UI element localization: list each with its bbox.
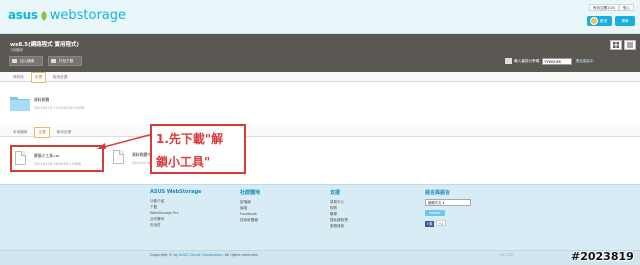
file-item-highlighted[interactable]: 解鎖小工具.rar 2013-03-09 16:48:28 1.29MB (10, 145, 104, 172)
top-header: asus webstorage 有效空間2GB 登入 歡迎 選單 (0, 0, 640, 34)
footer-heading: 支援 (330, 190, 341, 196)
list-icon (627, 42, 633, 48)
folder-subtitle: 1個檔案 (10, 48, 24, 52)
folder-meta: 2013-02-07 15:44:43.00 1900B (34, 106, 85, 110)
company-link[interactable]: ASUS Cloud Corporation (179, 253, 222, 257)
share-row: 輸入當前分享碼 YYWVUEK 連結複製中 (505, 57, 594, 65)
download-label: 打包下載 (59, 59, 74, 63)
footer-bottom (0, 250, 640, 265)
callout-line-2: 鎖小工具" (156, 155, 211, 169)
list-view-button[interactable] (624, 40, 636, 50)
facebook-icon: f (427, 222, 429, 226)
leaf-icon (40, 11, 48, 21)
facebook-like-button[interactable]: f 讚 (425, 221, 435, 227)
folder-name[interactable]: 資料軟體 (34, 97, 49, 103)
share-code-field[interactable]: YYWVUEK (542, 57, 573, 65)
file-name[interactable]: 解鎖小工具.rar (34, 153, 60, 159)
language-select[interactable]: 繁體中文 ▾ (425, 199, 471, 206)
footer-col-language: 語言與語言 繁體中文 ▾ twitter f 讚 +1 (425, 189, 471, 227)
user-button[interactable]: 歡迎 (587, 16, 612, 26)
avatar (590, 17, 598, 25)
share-label: 輸入當前分享碼 (514, 59, 540, 63)
upload-label: 加入檔案 (20, 59, 35, 63)
footer-link[interactable]: 技術新聞報 (240, 217, 260, 223)
footer-heading: 語言與語言 (425, 190, 451, 196)
copyright-suffix: . All rights reserved. (222, 253, 259, 257)
asus-webstorage-logo[interactable]: asus webstorage (8, 8, 126, 24)
folder-icon[interactable] (10, 94, 30, 111)
callout-line-1: 1.先下載"解 (156, 132, 224, 146)
watermark: #2023819 (571, 250, 634, 263)
file-icon (113, 150, 124, 164)
login-link[interactable]: 登入 (618, 4, 634, 11)
share-icon (505, 58, 512, 64)
copyright-prefix: Copyright © by (150, 253, 179, 257)
logo-text-asus: asus (8, 8, 38, 22)
folder-tabbar: 資料夾 全選 取消全選 (0, 72, 640, 83)
logo-text-webstorage: webstorage (49, 8, 127, 23)
footer-link[interactable]: 服務條款 (330, 223, 348, 229)
footer-heading: ASUS WebStorage (150, 189, 202, 195)
storage-link[interactable]: 有效空間2GB (588, 4, 619, 11)
language-select-value: 繁體中文 (428, 201, 442, 205)
download-icon (51, 59, 56, 63)
tab-deselect-folders[interactable]: 取消全選 (50, 73, 70, 82)
file-icon (15, 151, 26, 165)
tab-select-all-folders[interactable]: 全選 (30, 72, 46, 83)
footer-link[interactable]: 安全性 (150, 222, 201, 228)
folder-title: ws8.5(網路程式 實用程式) (10, 42, 80, 48)
file-meta: 2013-03-09 16:48:28 1.29MB (34, 162, 81, 166)
grid-view-button[interactable] (610, 40, 622, 50)
facebook-like-label: 讚 (429, 222, 433, 226)
version-label: v3.1.45 (500, 253, 513, 257)
menu-button-label: 選單 (621, 19, 629, 23)
menu-button[interactable]: 選單 (615, 16, 635, 26)
tab-folders[interactable]: 資料夾 (10, 73, 27, 82)
callout-arrow (97, 133, 154, 149)
tab-select-all-files[interactable]: 全選 (34, 127, 50, 138)
annotation-callout: 1.先下載"解 鎖小工具" (150, 124, 246, 174)
footer-heading: 社群園地 (240, 190, 261, 196)
user-button-label: 歡迎 (600, 19, 608, 23)
copyright: Copyright © by ASUS Cloud Corporation. A… (150, 253, 259, 257)
tab-files[interactable]: 本地檔案 (10, 128, 30, 137)
footer-col-community: 社群園地 部落格 論壇 Facebook 技術新聞報 (240, 189, 260, 223)
gplus-button[interactable]: +1 (435, 220, 447, 226)
download-button[interactable]: 打包下載 (48, 56, 82, 66)
upload-icon (12, 59, 17, 63)
top-links: 有效空間2GB 登入 (588, 4, 634, 11)
folder-titlebar: ws8.5(網路程式 實用程式) 1個檔案 (0, 34, 640, 72)
copy-link[interactable]: 連結複製中 (576, 59, 594, 63)
upload-button[interactable]: 加入檔案 (9, 56, 43, 66)
footer-col-asus: ASUS WebStorage 功能介紹 下載 WebStorage Pro 合… (150, 189, 201, 228)
grid-icon (613, 42, 619, 48)
footer-col-support: 支援 幫助中心 規則 聯繫 隱私權政策 服務條款 (330, 189, 348, 229)
tab-deselect-files[interactable]: 取消全選 (54, 128, 74, 137)
